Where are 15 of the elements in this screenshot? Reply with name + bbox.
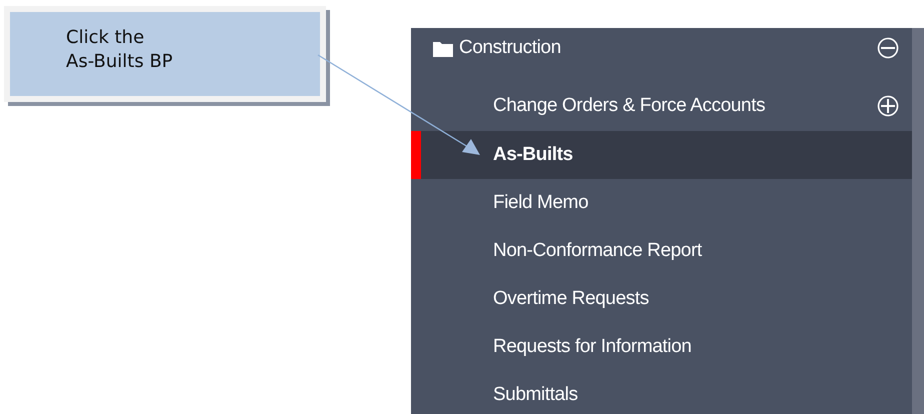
menu-item[interactable]: Submittals bbox=[411, 371, 912, 414]
menu-item[interactable]: Field Memo bbox=[411, 179, 912, 227]
menu-item[interactable]: Requests for Information bbox=[411, 323, 912, 371]
menu-item[interactable]: As-Builts bbox=[411, 131, 912, 179]
menu-item[interactable]: Change Orders & Force Accounts bbox=[411, 80, 912, 131]
collapse-icon[interactable] bbox=[877, 37, 899, 59]
expand-icon[interactable] bbox=[877, 94, 899, 116]
folder-icon bbox=[433, 41, 453, 57]
folder-row[interactable]: Construction bbox=[411, 28, 912, 80]
scrollbar[interactable] bbox=[912, 28, 924, 414]
callout-text: Click the bbox=[66, 26, 146, 50]
menu-item[interactable]: Overtime Requests bbox=[411, 275, 912, 323]
callout-text: As-Builts BP bbox=[66, 50, 174, 74]
folder-label: Construction bbox=[459, 37, 562, 59]
menu-item[interactable]: Non-Conformance Report bbox=[411, 227, 912, 275]
